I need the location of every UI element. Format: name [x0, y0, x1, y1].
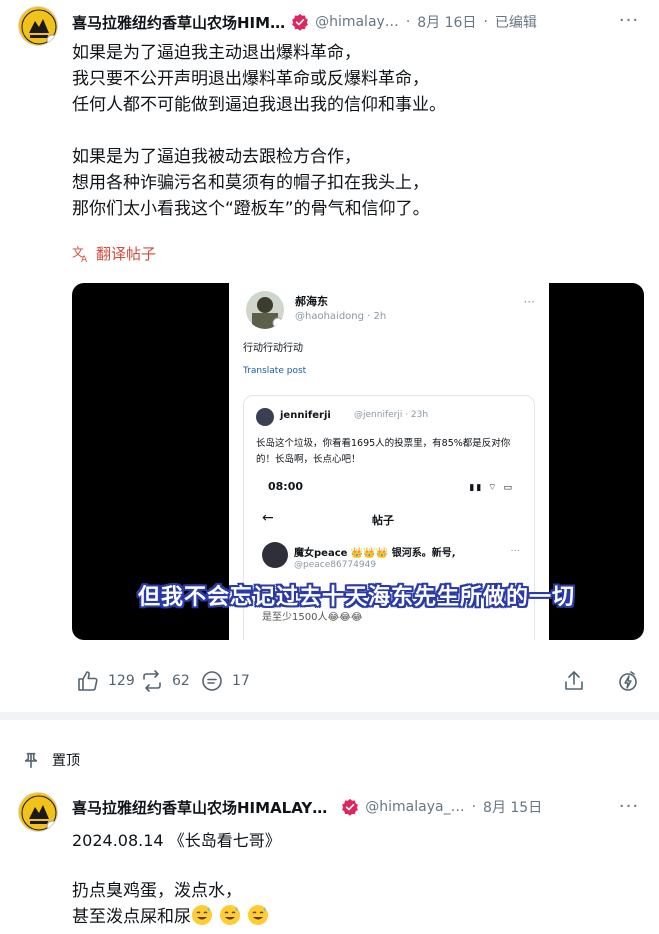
- feed-divider: [0, 712, 659, 720]
- like-count: 129: [108, 673, 135, 689]
- post-text-line: 甚至泼点屎和尿: [72, 907, 191, 927]
- pinned-label: 置顶: [52, 753, 80, 769]
- post-header: 喜马拉雅纽约香草山农场HIMALAY… @himalaya_… · 8月 15日: [72, 794, 542, 820]
- post-date[interactable]: 8月 16日: [417, 12, 476, 32]
- separator-dot: ·: [471, 799, 477, 815]
- sweat-smile-emoji-icon: [219, 904, 241, 926]
- separator-dot: ·: [483, 14, 488, 30]
- repost-icon: [143, 670, 161, 692]
- phone-status-icons: ▮▮ ⌔ ▭: [469, 483, 514, 493]
- comment-count: 17: [232, 673, 250, 689]
- verified-badge-icon: [291, 13, 309, 31]
- share-button[interactable]: [562, 666, 586, 696]
- like-button[interactable]: 129: [76, 666, 135, 696]
- post-actions: 129 62 17: [72, 666, 644, 696]
- author-name[interactable]: 喜马拉雅纽约香草山农场HIMALAY…: [72, 797, 327, 818]
- author-avatar[interactable]: [18, 6, 58, 46]
- repost-count: 62: [172, 673, 190, 689]
- inner-author: 魔女peace 👑👑👑 银河系。新号,: [294, 548, 456, 559]
- thumbs-up-icon: [78, 671, 98, 691]
- sweat-smile-emoji-icon: [191, 904, 213, 926]
- post-text-line-with-emoji: 甚至泼点屎和尿: [72, 904, 275, 930]
- embedded-handle: @haohaidong · 2h: [295, 311, 387, 322]
- back-arrow-icon: ←: [262, 510, 274, 526]
- inner-handle: @peace86774949: [294, 560, 377, 570]
- video-subtitle: 但我不会忘记过去十天海东先生所做的一切: [138, 585, 576, 610]
- quote-handle: @jenniferji · 23h: [354, 410, 429, 420]
- himalaya-logo-icon: [19, 793, 57, 831]
- phone-clock: 08:00: [268, 480, 304, 493]
- pinned-indicator: 置顶: [22, 750, 80, 770]
- comment-icon: [202, 671, 222, 691]
- author-name[interactable]: 喜马拉雅纽约香草山农场HIM…: [72, 12, 285, 33]
- post-card[interactable]: 喜马拉雅纽约香草山农场HIM… @himalay… · 8月 16日 · 已编辑…: [0, 0, 659, 712]
- post-date[interactable]: 8月 15日: [483, 797, 542, 817]
- comment-button[interactable]: 17: [200, 666, 250, 696]
- quote-author: jenniferji: [280, 410, 331, 421]
- himalaya-logo-icon: [19, 7, 57, 45]
- more-icon[interactable]: ···: [617, 10, 641, 31]
- inner-avatar: [262, 542, 288, 568]
- share-icon: [565, 671, 583, 690]
- post-text-line: 扔点臭鸡蛋，泼点水，: [72, 881, 242, 901]
- post-header: 喜马拉雅纽约香草山农场HIM… @himalay… · 8月 16日 · 已编辑: [72, 9, 537, 35]
- sweat-smile-emoji-icon: [247, 904, 269, 926]
- embedded-author: 郝海东: [295, 295, 328, 308]
- edited-label[interactable]: 已编辑: [495, 12, 537, 32]
- boost-icon: [619, 671, 637, 691]
- inner-more-icon: ···: [510, 546, 520, 557]
- video-player[interactable]: 郝海东 @haohaidong · 2h ··· 行动行动行动 Translat…: [72, 283, 644, 640]
- translate-icon: 文 A: [72, 245, 88, 263]
- separator-dot: ·: [405, 14, 411, 30]
- pin-icon: [24, 752, 38, 769]
- embedded-translate: Translate post: [243, 366, 307, 376]
- quote-avatar: [256, 408, 274, 426]
- translate-label: 翻译帖子: [96, 245, 157, 263]
- embedded-avatar: [246, 291, 284, 329]
- inner-page-title: 帖子: [372, 514, 394, 527]
- post-text: 如果是为了逼迫我主动退出爆料革命， 我只要不公开声明退出爆料革命或反爆料革命， …: [72, 43, 446, 219]
- author-avatar[interactable]: [18, 792, 58, 832]
- pinned-post-card[interactable]: 喜马拉雅纽约香草山农场HIMALAY… @himalaya_… · 8月 15日…: [0, 780, 659, 934]
- author-handle[interactable]: @himalaya_…: [365, 799, 464, 815]
- more-icon[interactable]: ···: [617, 796, 641, 817]
- author-handle[interactable]: @himalay…: [315, 14, 399, 30]
- verified-badge-icon: [341, 798, 359, 816]
- boost-button[interactable]: [616, 666, 640, 696]
- translate-post-link[interactable]: 文 A 翻译帖子: [72, 243, 156, 264]
- svg-text:A: A: [81, 255, 88, 263]
- repost-button[interactable]: 62: [140, 666, 190, 696]
- embedded-more-icon: ···: [523, 295, 535, 309]
- quote-text: 长岛这个垃圾，你看看1695人的投票里，有85%都是反对你的！长岛啊，长点心吧！: [256, 438, 511, 465]
- embedded-text: 行动行动行动: [243, 343, 303, 354]
- post-text-line: 2024.08.14 《长岛看七哥》: [72, 831, 281, 850]
